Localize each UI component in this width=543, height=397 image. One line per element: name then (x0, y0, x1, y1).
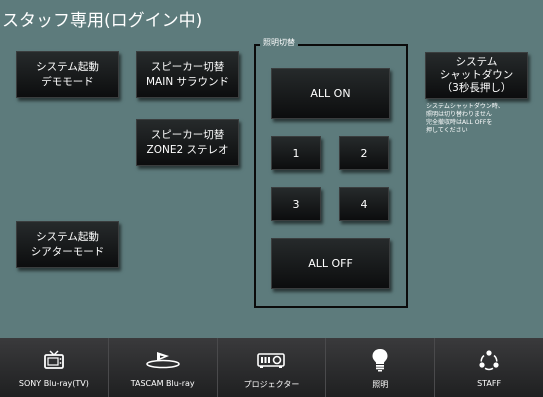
light-all-off-button[interactable]: ALL OFF (271, 238, 390, 289)
speaker-zone2-stereo-button[interactable]: スピーカー切替 ZONE2 ステレオ (136, 119, 239, 166)
button-label: 3 (292, 197, 300, 211)
note-line: 完全撤収時はALL OFFを (426, 119, 493, 126)
button-label: ALL ON (310, 87, 351, 100)
staff-icon (478, 348, 500, 372)
button-label: 4 (360, 197, 368, 211)
note-line: システムシャットダウン時、 (426, 103, 504, 110)
light-channel-3-button[interactable]: 3 (271, 187, 321, 221)
system-shutdown-button[interactable]: システム シャットダウン （3秒長押し） (425, 52, 528, 99)
bluray-icon (145, 348, 181, 372)
tab-sony-bluray-tv[interactable]: SONY Blu-ray(TV) (0, 338, 109, 397)
light-channel-4-button[interactable]: 4 (339, 187, 389, 221)
button-label-line1: システム (455, 56, 498, 68)
button-label-line3: （3秒長押し） (441, 82, 512, 94)
note-line: 照明は切り替わりません (426, 111, 492, 118)
button-label-line1: スピーカー切替 (150, 128, 225, 141)
page-title: スタッフ専用(ログイン中) (2, 11, 203, 31)
system-start-theater-button[interactable]: システム起動 シアターモード (16, 221, 119, 268)
button-label-line2: シャットダウン (439, 69, 514, 81)
tab-lighting[interactable]: 照明 (326, 338, 436, 397)
tab-label: 照明 (372, 380, 389, 389)
tab-label: プロジェクター (243, 380, 300, 389)
tab-staff[interactable]: STAFF (435, 338, 543, 397)
tab-label: STAFF (477, 379, 502, 388)
bottom-tab-bar: SONY Blu-ray(TV) TASCAM Blu-ray プロジェクター (0, 338, 543, 397)
lighting-panel-title: 照明切替 (260, 37, 298, 48)
tab-label: SONY Blu-ray(TV) (18, 379, 89, 388)
button-label-line1: スピーカー切替 (150, 60, 225, 73)
button-label-line2: MAIN サラウンド (145, 75, 230, 88)
note-line: 押してください (426, 127, 468, 134)
lightbulb-icon (371, 348, 389, 372)
button-label: 2 (360, 146, 368, 160)
light-channel-1-button[interactable]: 1 (271, 136, 321, 170)
tab-projector[interactable]: プロジェクター (218, 338, 327, 397)
tab-tascam-bluray[interactable]: TASCAM Blu-ray (109, 338, 218, 397)
light-all-on-button[interactable]: ALL ON (271, 68, 390, 119)
tab-label: TASCAM Blu-ray (130, 379, 195, 388)
button-label: 1 (292, 146, 300, 160)
shutdown-note: システムシャットダウン時、 照明は切り替わりません 完全撤収時はALL OFFを… (426, 103, 543, 135)
button-label-line1: システム起動 (36, 60, 99, 73)
light-channel-2-button[interactable]: 2 (339, 136, 389, 170)
button-label: ALL OFF (308, 257, 353, 270)
button-label-line2: シアターモード (30, 245, 105, 258)
projector-icon (256, 348, 286, 372)
tv-icon (43, 348, 65, 372)
button-label-line2: ZONE2 ステレオ (146, 143, 229, 156)
button-label-line1: システム起動 (36, 230, 99, 243)
button-label-line2: デモモード (41, 75, 94, 88)
system-start-demo-button[interactable]: システム起動 デモモード (16, 51, 119, 98)
speaker-main-surround-button[interactable]: スピーカー切替 MAIN サラウンド (136, 51, 239, 98)
